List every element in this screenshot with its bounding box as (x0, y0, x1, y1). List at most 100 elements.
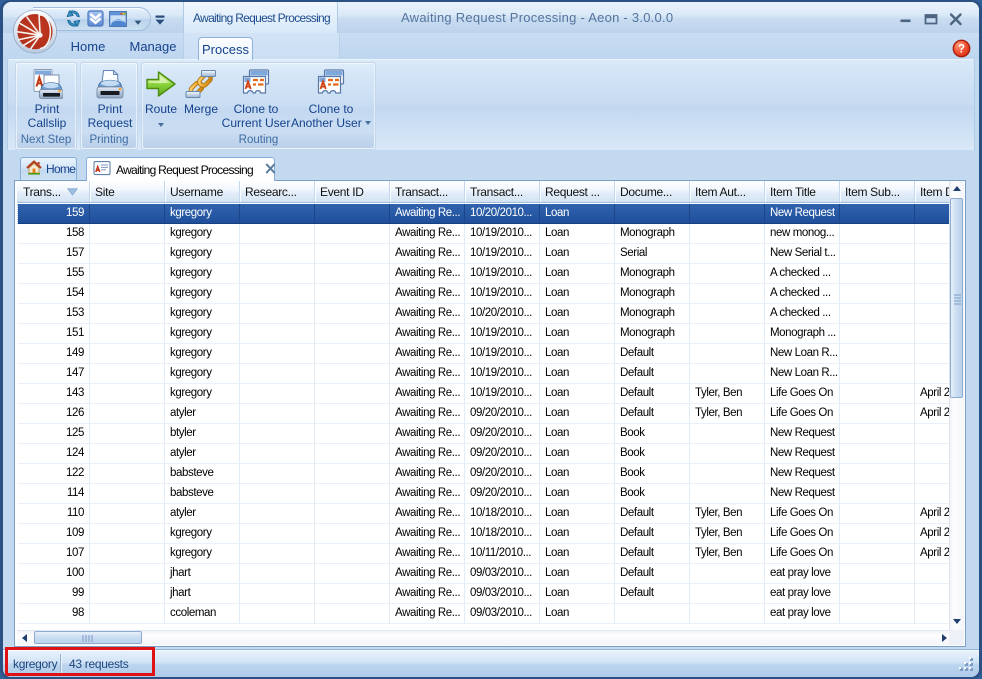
tab-close-icon[interactable] (265, 162, 276, 177)
cell[interactable]: Loan (540, 264, 615, 284)
cell[interactable]: kgregory (165, 304, 240, 324)
cell[interactable]: New Request (765, 464, 840, 484)
cell[interactable] (315, 204, 390, 224)
cell[interactable]: Life Goes On (765, 384, 840, 404)
table-row[interactable]: 125btylerAwaiting Re...09/20/2010...Loan… (17, 424, 951, 444)
cell[interactable] (315, 424, 390, 444)
cell[interactable] (240, 244, 315, 264)
cell[interactable]: April 2 (915, 404, 951, 424)
cell[interactable] (690, 564, 765, 584)
cell[interactable] (90, 484, 165, 504)
cell[interactable] (240, 384, 315, 404)
cell[interactable] (90, 204, 165, 224)
column-header-request[interactable]: Request ... (540, 181, 615, 203)
horizontal-scroll-thumb[interactable] (34, 631, 142, 644)
cell[interactable] (90, 324, 165, 344)
cell[interactable]: Awaiting Re... (390, 424, 465, 444)
cell[interactable] (240, 324, 315, 344)
table-row[interactable]: 126atylerAwaiting Re...09/20/2010...Loan… (17, 404, 951, 424)
cell[interactable] (840, 484, 915, 504)
cell[interactable] (690, 584, 765, 604)
cell[interactable]: 10/20/2010... (465, 204, 540, 224)
table-row[interactable]: 143kgregoryAwaiting Re...10/19/2010...Lo… (17, 384, 951, 404)
cell[interactable] (240, 364, 315, 384)
cell[interactable]: 122 (18, 464, 90, 484)
cell[interactable]: 155 (18, 264, 90, 284)
cell[interactable]: Loan (540, 544, 615, 564)
cell[interactable] (915, 564, 951, 584)
cell[interactable]: 10/18/2010... (465, 524, 540, 544)
cell[interactable] (915, 344, 951, 364)
cell[interactable] (915, 464, 951, 484)
cell[interactable] (840, 224, 915, 244)
cell[interactable] (840, 324, 915, 344)
cell[interactable] (840, 584, 915, 604)
cell[interactable]: New Loan R... (765, 364, 840, 384)
cell[interactable]: Life Goes On (765, 404, 840, 424)
cell[interactable]: 09/20/2010... (465, 424, 540, 444)
cell[interactable] (840, 444, 915, 464)
cell[interactable]: Tyler, Ben (690, 524, 765, 544)
cell[interactable]: Book (615, 464, 690, 484)
cell[interactable]: Default (615, 544, 690, 564)
cell[interactable] (690, 364, 765, 384)
scroll-left-button[interactable] (17, 631, 33, 645)
ribbon-tab-home[interactable]: Home (63, 33, 113, 60)
cell[interactable] (690, 604, 765, 624)
cell[interactable] (240, 464, 315, 484)
cell[interactable] (240, 404, 315, 424)
cell[interactable] (915, 604, 951, 624)
cell[interactable]: Monograph (615, 264, 690, 284)
table-row[interactable]: 147kgregoryAwaiting Re...10/19/2010...Lo… (17, 364, 951, 384)
cell[interactable] (90, 284, 165, 304)
doc-tab-awaiting-request-processing[interactable]: Awaiting Request Processing (86, 157, 275, 181)
cell[interactable]: Loan (540, 284, 615, 304)
cell[interactable] (840, 344, 915, 364)
cell[interactable] (315, 584, 390, 604)
cell[interactable] (90, 564, 165, 584)
cell[interactable]: 09/03/2010... (465, 604, 540, 624)
cell[interactable]: babsteve (165, 464, 240, 484)
sync-icon[interactable] (65, 10, 82, 32)
app-logo[interactable] (12, 9, 58, 55)
cell[interactable]: Default (615, 404, 690, 424)
cell[interactable]: New Request (765, 204, 840, 224)
qat-overflow-icon[interactable] (154, 13, 166, 31)
cell[interactable]: 157 (18, 244, 90, 264)
cell[interactable] (240, 204, 315, 224)
table-row[interactable]: 114babsteveAwaiting Re...09/20/2010...Lo… (17, 484, 951, 504)
column-header-username[interactable]: Username (165, 181, 240, 203)
cell[interactable]: atyler (165, 504, 240, 524)
cell[interactable] (315, 504, 390, 524)
column-header-item-aut[interactable]: Item Aut... (690, 181, 765, 203)
column-header-item-d[interactable]: Item D... (915, 181, 951, 203)
cell[interactable]: 107 (18, 544, 90, 564)
cell[interactable] (315, 304, 390, 324)
table-row[interactable]: 100jhartAwaiting Re...09/03/2010...LoanD… (17, 564, 951, 584)
cell[interactable] (240, 224, 315, 244)
cell[interactable] (690, 424, 765, 444)
cell[interactable]: Monograph (615, 284, 690, 304)
cell[interactable]: Loan (540, 244, 615, 264)
cell[interactable]: kgregory (165, 544, 240, 564)
cell[interactable]: New Loan R... (765, 344, 840, 364)
cell[interactable] (840, 404, 915, 424)
cell[interactable]: Awaiting Re... (390, 284, 465, 304)
vertical-scroll-thumb[interactable] (950, 198, 963, 398)
cell[interactable]: Awaiting Re... (390, 264, 465, 284)
cell[interactable]: Default (615, 344, 690, 364)
cell[interactable]: 10/19/2010... (465, 224, 540, 244)
horizontal-scrollbar[interactable] (17, 630, 952, 645)
cell[interactable] (90, 544, 165, 564)
cell[interactable] (90, 304, 165, 324)
cell[interactable] (90, 444, 165, 464)
cell[interactable] (915, 484, 951, 504)
table-row[interactable]: 98ccolemanAwaiting Re...09/03/2010...Loa… (17, 604, 951, 624)
cell[interactable] (315, 364, 390, 384)
cell[interactable]: atyler (165, 404, 240, 424)
cell[interactable] (315, 524, 390, 544)
cell[interactable]: April 2 (915, 384, 951, 404)
cell[interactable] (840, 564, 915, 584)
cell[interactable] (240, 564, 315, 584)
cell[interactable] (840, 204, 915, 224)
